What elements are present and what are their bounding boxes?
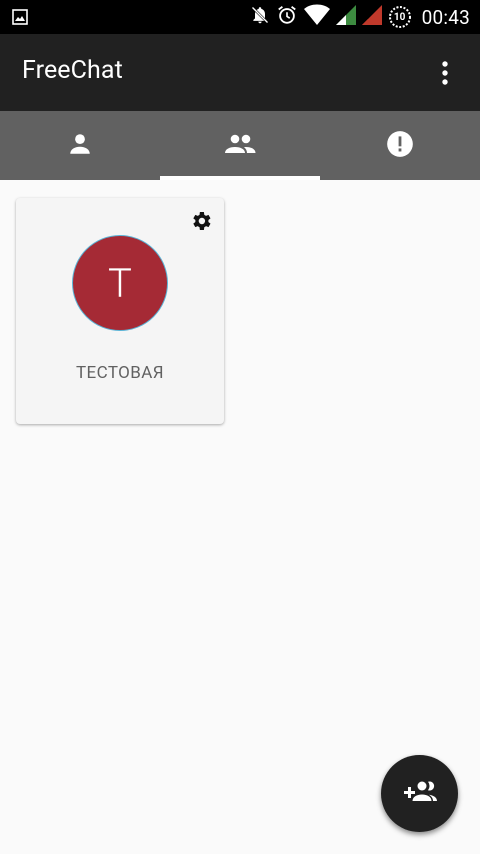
more-vert-icon[interactable] <box>424 55 466 91</box>
avatar-initial: Т <box>108 259 132 307</box>
person-icon <box>67 131 93 161</box>
group-add-icon <box>402 779 438 809</box>
gear-icon[interactable] <box>188 208 214 234</box>
image-notification-icon <box>12 9 28 29</box>
battery-icon: 10 <box>388 5 412 29</box>
status-time: 00:43 <box>421 5 470 29</box>
avatar: Т <box>72 235 168 331</box>
tab-bar <box>0 111 480 180</box>
group-name: ТЕСТОВАЯ <box>76 363 164 383</box>
signal-icon <box>361 5 382 29</box>
wifi-icon <box>303 4 330 30</box>
group-icon <box>224 131 256 161</box>
alert-icon <box>386 130 414 162</box>
alarm-icon <box>276 4 298 30</box>
app-bar: FreeChat <box>0 34 480 111</box>
status-bar: 10 00:43 <box>0 0 480 34</box>
signal-icon <box>335 5 356 29</box>
group-card[interactable]: Т ТЕСТОВАЯ <box>16 198 224 424</box>
notifications-off-icon <box>250 5 270 29</box>
app-title: FreeChat <box>22 56 123 85</box>
battery-level: 10 <box>393 11 406 23</box>
add-group-button[interactable] <box>381 755 458 832</box>
tab-alerts[interactable] <box>320 111 480 180</box>
tab-contacts[interactable] <box>0 111 160 180</box>
tab-groups[interactable] <box>160 111 320 180</box>
